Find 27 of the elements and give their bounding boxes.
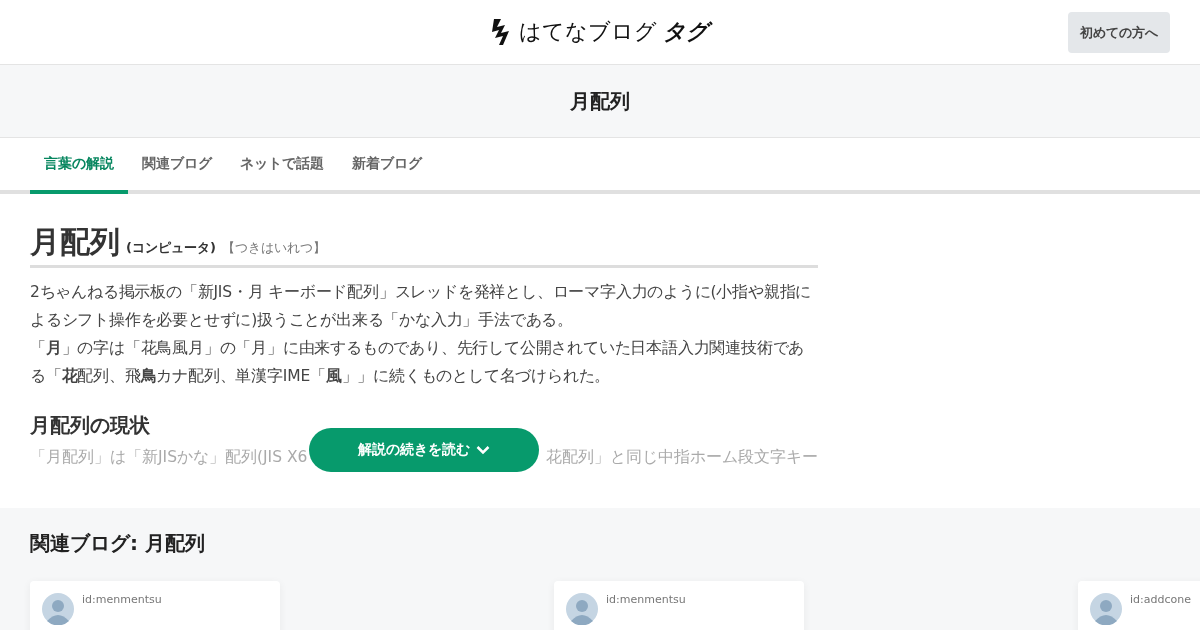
- tab[interactable]: ネットで話題: [226, 138, 338, 194]
- blog-card[interactable]: id:menmentsu: [30, 581, 280, 630]
- section-heading: 月配列の現状: [30, 412, 151, 439]
- read-more-button[interactable]: 解説の続きを読む: [309, 428, 539, 472]
- tab[interactable]: 関連ブログ: [128, 138, 226, 194]
- chevron-down-icon: [476, 445, 490, 455]
- reading-label: 【つきはいれつ】: [221, 239, 326, 257]
- blog-card[interactable]: id:menmentsu: [554, 581, 804, 630]
- page-title: 月配列: [570, 87, 630, 115]
- author-id[interactable]: id:addcone: [1130, 593, 1191, 630]
- avatar-icon: [1090, 593, 1122, 625]
- paragraph: 「月」の字は「花鳥風月」の「月」に由来するものであり、先行して公開されていた日本語入力関連技術である「花配列、飛鳥カナ配列、単漢字IME「風」」に続くものとして名づけられた。: [30, 338, 806, 387]
- section-heading: 関連ブログ: 月配列: [30, 530, 206, 557]
- guide-button[interactable]: 初めての方へ: [1068, 12, 1170, 53]
- tab[interactable]: 言葉の解説: [30, 138, 128, 194]
- faded-text: 花配列」と同じ中指ホーム段文字キー: [546, 447, 818, 468]
- author-id[interactable]: id:menmentsu: [606, 593, 686, 630]
- author-id[interactable]: id:menmentsu: [82, 593, 162, 630]
- avatar-icon: [42, 593, 74, 625]
- avatar-icon: [566, 593, 598, 625]
- category-label: (コンピュータ): [126, 239, 216, 257]
- logo-text[interactable]: はてなブログ: [519, 17, 657, 47]
- tab[interactable]: 新着ブログ: [338, 138, 436, 194]
- faded-text: 「月配列」は「新JISかな」配列(JIS X6: [30, 447, 308, 468]
- paragraph: 2ちゃんねる掲示板の「新JIS・月 キーボード配列」スレッドを発祥とし、ローマ字入力のように(小指や親指によるシフト操作を必要とせずに)扱うことが出来る「かな入力」手法である。: [30, 282, 813, 331]
- blog-card[interactable]: id:addcone: [1078, 581, 1200, 630]
- article-title: 月配列: [30, 223, 120, 261]
